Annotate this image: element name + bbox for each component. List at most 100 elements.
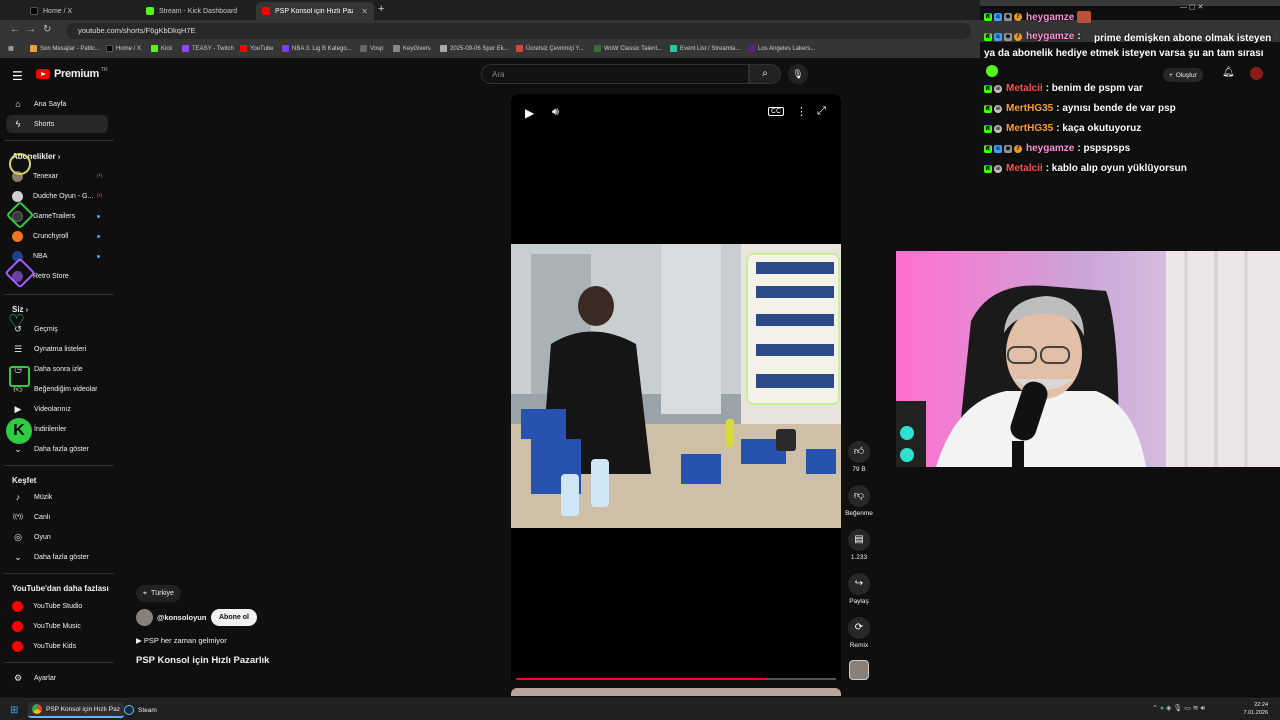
apps-icon[interactable]: ▦ xyxy=(8,45,14,52)
bookmark-item[interactable]: NBA 3. Lig B Katego... xyxy=(282,45,352,52)
url-field[interactable]: youtube.com/shorts/F6gKbDkqH7E xyxy=(66,23,971,39)
youtube-premium-logo[interactable]: Premium TR xyxy=(36,67,108,80)
bookmark-item[interactable]: Vosp xyxy=(360,45,383,52)
sidebar-item-youtube-studio[interactable]: YouTube Studio xyxy=(6,597,108,615)
chat-username[interactable]: MertHG35 xyxy=(1006,123,1053,134)
sidebar-divider xyxy=(4,294,114,295)
bookmark-item[interactable]: Kick xyxy=(151,45,172,52)
thumbs-down-icon: 👎︎ xyxy=(848,485,870,507)
sidebar-item-your-videos[interactable]: ▶ Videolarınız xyxy=(6,400,108,418)
more-options-icon[interactable]: ⋮ xyxy=(796,105,807,118)
tab-kick-dashboard[interactable]: Stream - Kick Dashboard ✕ xyxy=(140,2,274,20)
search-button[interactable]: ⌕ xyxy=(749,64,781,84)
tray-icons[interactable]: ⌃ ● ◈ 🎙︎ ▭ ≋ 🔊︎ xyxy=(1152,704,1205,713)
search-placeholder: Ara xyxy=(492,70,505,79)
chat-message-text: pspspsps xyxy=(1083,143,1131,154)
chat-username[interactable]: MertHG35 xyxy=(1006,103,1053,114)
sidebar-item-music[interactable]: ♪ Müzik xyxy=(6,488,108,506)
sidebar-item-crunchyroll[interactable]: Crunchyroll xyxy=(6,227,108,245)
bookmark-item[interactable]: TEASY - Twitch xyxy=(182,45,234,52)
chat-message-text: kablo alıp oyun yüklüyorsun xyxy=(1051,163,1187,174)
home-icon: ⌂ xyxy=(15,99,21,109)
sidebar-item-youtube-music[interactable]: YouTube Music xyxy=(6,617,108,635)
sidebar-item-shorts[interactable]: ϟ Shorts xyxy=(6,115,108,133)
bookmark-item[interactable]: 2025-09-06 Spor Ek... xyxy=(440,45,509,52)
share-button[interactable]: ↪ Paylaş xyxy=(844,573,874,605)
channel-link[interactable]: @konsoloyun xyxy=(136,609,206,626)
youtube-music-icon xyxy=(12,620,23,632)
emote-image xyxy=(986,65,998,77)
chevron-down-icon: ⌄ xyxy=(14,551,22,562)
close-window-icon[interactable]: ✕ xyxy=(1198,4,1204,11)
taskbar-app-chrome[interactable]: PSP Konsol için Hızlı Paz xyxy=(28,702,124,718)
bookmark-item[interactable]: Son Mesajlar - Patlic... xyxy=(30,45,100,52)
windows-taskbar: ⊞ PSP Konsol için Hızlı Paz Steam ⌃ ● ◈ … xyxy=(0,698,1280,720)
reload-icon[interactable]: ↻ xyxy=(43,24,51,35)
bookmark-item[interactable]: Los Angeles Lakers... xyxy=(748,45,815,52)
bookmark-item[interactable]: Event List / Streamla... xyxy=(670,45,740,52)
chat-username[interactable]: Metalcii xyxy=(1006,163,1043,174)
tab-youtube-short[interactable]: PSP Konsol için Hızlı Pazarlık - Y ✕ xyxy=(256,2,374,20)
live-icon: (•) xyxy=(96,173,102,179)
taskbar-clock[interactable]: 22:24 7.01.2026 xyxy=(1244,701,1268,717)
bookmark-item[interactable]: YouTube xyxy=(240,45,274,52)
play-icon[interactable]: ▶ xyxy=(525,106,534,120)
bookmark-item[interactable]: WoW Classic Talent... xyxy=(594,45,662,52)
sidebar-item-label: Ana Sayfa xyxy=(34,100,67,108)
tab-x[interactable]: Home / X ✕ xyxy=(24,2,158,20)
steam-icon xyxy=(124,705,134,715)
chat-username[interactable]: heygamze xyxy=(1026,143,1074,154)
like-button[interactable]: 👍︎ 79 B xyxy=(844,441,874,473)
account-avatar[interactable] xyxy=(1250,67,1263,80)
chat-username[interactable]: heygamze xyxy=(1026,12,1074,23)
taskbar-app-steam[interactable]: Steam xyxy=(120,702,161,718)
chat-username[interactable]: Metalcii xyxy=(1006,83,1043,94)
sidebar-item-label: YouTube Studio xyxy=(33,602,83,610)
moderator-badge-icon: ⚔ xyxy=(994,13,1002,21)
comments-button[interactable]: ▤ 1.233 xyxy=(844,529,874,561)
dislike-button[interactable]: 👎︎ Beğenme xyxy=(844,485,874,517)
chat-message-text: prime demişken abone olmak isteyen xyxy=(1094,33,1272,44)
chat-username[interactable]: heygamze xyxy=(1026,31,1074,42)
create-button[interactable]: + Oluştur xyxy=(1163,68,1203,82)
bookmark-item[interactable]: KeyGivers xyxy=(393,45,431,52)
sidebar-item-live[interactable]: ((•)) Canlı xyxy=(6,508,108,526)
search-input[interactable]: Ara xyxy=(481,64,749,84)
voice-search-button[interactable]: 🎙 xyxy=(788,64,808,84)
sidebar-divider xyxy=(4,573,114,574)
sidebar-item-label: Canlı xyxy=(34,513,51,521)
captions-icon[interactable]: CC xyxy=(768,107,785,116)
chat-message-text: ya da abonelik hediye etmek isteyen vars… xyxy=(984,48,1264,59)
maximize-icon[interactable]: ▢ xyxy=(1189,4,1196,11)
next-short-preview[interactable] xyxy=(511,688,841,696)
subscribe-button[interactable]: Abone ol xyxy=(211,609,257,626)
bookmark-item[interactable]: Ücretsiz Çevrimiçi Y... xyxy=(516,45,584,52)
music-info[interactable]: ▶ PSP her zaman gelmiyor xyxy=(136,636,227,645)
video-progress-bar[interactable] xyxy=(516,678,836,680)
youtube-favicon-icon xyxy=(262,7,270,15)
sidebar-item-gaming[interactable]: ◎ Oyun xyxy=(6,528,108,546)
sidebar-item-home[interactable]: ⌂ Ana Sayfa xyxy=(6,95,108,113)
new-tab-button[interactable]: + xyxy=(378,3,384,15)
sidebar-item-settings[interactable]: ⚙ Ayarlar xyxy=(6,669,108,687)
dislike-label: Beğenme xyxy=(845,510,873,517)
forward-icon[interactable]: → xyxy=(26,24,36,35)
kick-badge-icon: K xyxy=(984,164,992,173)
minimize-icon[interactable]: — xyxy=(1180,4,1187,11)
back-icon[interactable]: ← xyxy=(10,24,20,35)
location-chip[interactable]: ⌖ Türkiye xyxy=(136,585,181,602)
notifications-bell-icon[interactable]: 🔔︎ xyxy=(1222,67,1235,78)
remix-button[interactable]: ⟳ Remix xyxy=(844,617,874,649)
fullscreen-icon[interactable]: ⤢ xyxy=(817,105,826,118)
hamburger-menu-icon[interactable]: ☰ xyxy=(12,69,23,83)
sidebar-item-playlists[interactable]: ☰ Oynatma listeleri xyxy=(6,340,108,358)
windows-start-icon[interactable]: ⊞ xyxy=(6,702,22,718)
bookmark-item[interactable]: Home / X xyxy=(106,45,141,52)
sidebar-item-youtube-kids[interactable]: YouTube Kids xyxy=(6,637,108,655)
sidebar-item-show-more-explore[interactable]: ⌄ Daha fazla göster xyxy=(6,548,108,566)
kick-badge-icon: K xyxy=(984,13,992,21)
close-tab-icon[interactable]: ✕ xyxy=(361,7,368,16)
chevron-down-icon: ⌄ xyxy=(14,443,22,454)
volume-icon[interactable]: 🔊︎ xyxy=(552,106,559,119)
sound-thumbnail[interactable] xyxy=(849,660,869,680)
